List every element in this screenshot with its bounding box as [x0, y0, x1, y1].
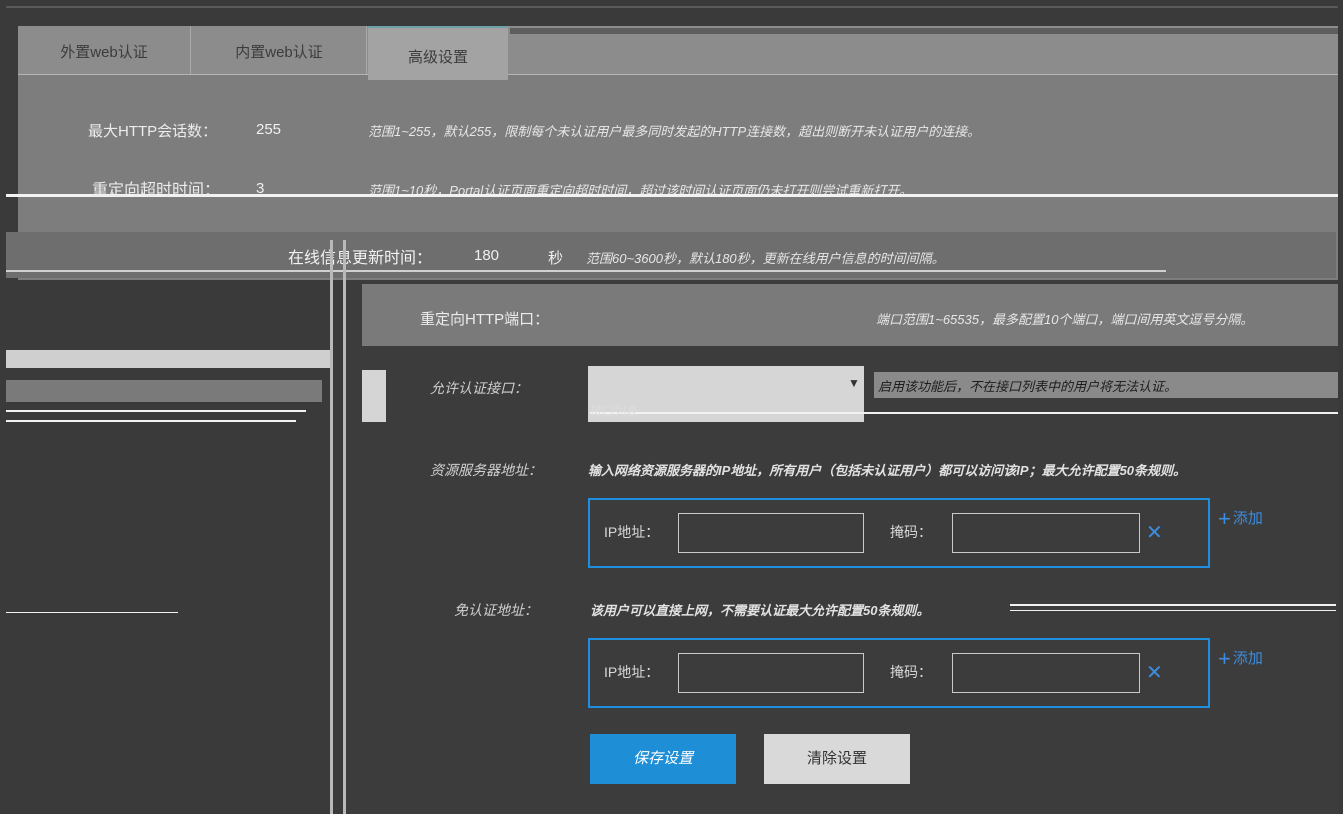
tab-bar-decoration — [510, 28, 1338, 34]
glitch-line — [590, 412, 1338, 414]
delete-rule-icon[interactable]: ✕ — [1146, 660, 1163, 685]
redirect-http-port-hint: 端口范围1~65535，最多配置10个端口，端口间用英文逗号分隔。 — [876, 312, 1254, 327]
divider-line — [330, 240, 333, 814]
resource-server-hint: 输入网络资源服务器的IP地址，所有用户（包括未认证用户）都可以访问该IP；最大允… — [588, 463, 1187, 478]
top-border — [6, 6, 1338, 8]
online-info-update-value[interactable]: 180 — [474, 247, 499, 264]
clear-settings-button[interactable]: 清除设置 — [764, 734, 910, 784]
glitch-block — [6, 350, 330, 368]
glitch-block — [6, 380, 322, 402]
online-info-update-unit: 秒 — [548, 250, 564, 267]
max-http-sessions-label: 最大HTTP会话数： — [88, 123, 218, 140]
resource-server-mask-label: 掩码： — [890, 524, 932, 540]
online-info-update-label: 在线信息更新时间： — [288, 250, 433, 267]
add-label: 添加 — [1232, 510, 1263, 527]
plus-icon: + — [1218, 646, 1231, 671]
resource-server-add-link[interactable]: + 添加 — [1218, 506, 1263, 532]
tab-internal-web-auth[interactable]: 内置web认证 — [192, 26, 367, 74]
free-auth-address-label: 免认证地址： — [454, 602, 538, 618]
free-auth-ip-label: IP地址： — [604, 664, 660, 680]
redirect-http-port-label: 重定向HTTP端口： — [420, 311, 550, 328]
glitch-line — [6, 270, 1166, 272]
resource-server-label: 资源服务器地址： — [430, 462, 542, 478]
resource-server-ip-input[interactable] — [678, 513, 864, 553]
max-http-sessions-hint: 范围1~255，默认255，限制每个未认证用户最多同时发起的HTTP连接数，超出… — [368, 124, 981, 139]
free-auth-mask-input[interactable] — [952, 653, 1140, 693]
free-auth-ip-input[interactable] — [678, 653, 864, 693]
tab-external-web-auth[interactable]: 外置web认证 — [18, 26, 191, 74]
plus-icon: + — [1218, 506, 1231, 531]
allowed-interface-list-label: 接口列表 — [590, 404, 639, 418]
allowed-interface-label: 允许认证接口： — [430, 380, 528, 396]
free-auth-mask-label: 掩码： — [890, 664, 932, 680]
free-auth-add-link[interactable]: + 添加 — [1218, 646, 1263, 672]
add-label: 添加 — [1232, 650, 1263, 667]
delete-rule-icon[interactable]: ✕ — [1146, 520, 1163, 545]
divider-line — [343, 240, 346, 814]
tab-advanced-settings[interactable]: 高级设置 — [368, 26, 508, 80]
glitch-line — [6, 420, 296, 422]
online-info-update-hint: 范围60~3600秒，默认180秒，更新在线用户信息的时间间隔。 — [586, 251, 945, 266]
redirect-timeout-hint: 范围1~10秒，Portal认证页面重定向超时时间，超过该时间认证页面仍未打开则… — [368, 183, 913, 198]
glitch-line — [6, 612, 178, 613]
max-http-sessions-value[interactable]: 255 — [256, 121, 281, 138]
redirect-timeout-value[interactable]: 3 — [256, 180, 264, 197]
free-auth-address-hint: 该用户可以直接上网，不需要认证最大允许配置50条规则。 — [590, 603, 930, 618]
glitch-block — [362, 370, 386, 422]
save-settings-button[interactable]: 保存设置 — [590, 734, 736, 784]
chevron-down-icon: ▼ — [848, 376, 860, 390]
glitch-line — [1010, 610, 1336, 611]
allowed-interface-hint: 启用该功能后，不在接口列表中的用户将无法认证。 — [878, 379, 1178, 394]
glitch-line — [6, 410, 306, 412]
resource-server-ip-label: IP地址： — [604, 524, 660, 540]
redirect-timeout-label: 重定向超时时间： — [92, 182, 221, 199]
glitch-line — [1010, 604, 1336, 606]
resource-server-mask-input[interactable] — [952, 513, 1140, 553]
